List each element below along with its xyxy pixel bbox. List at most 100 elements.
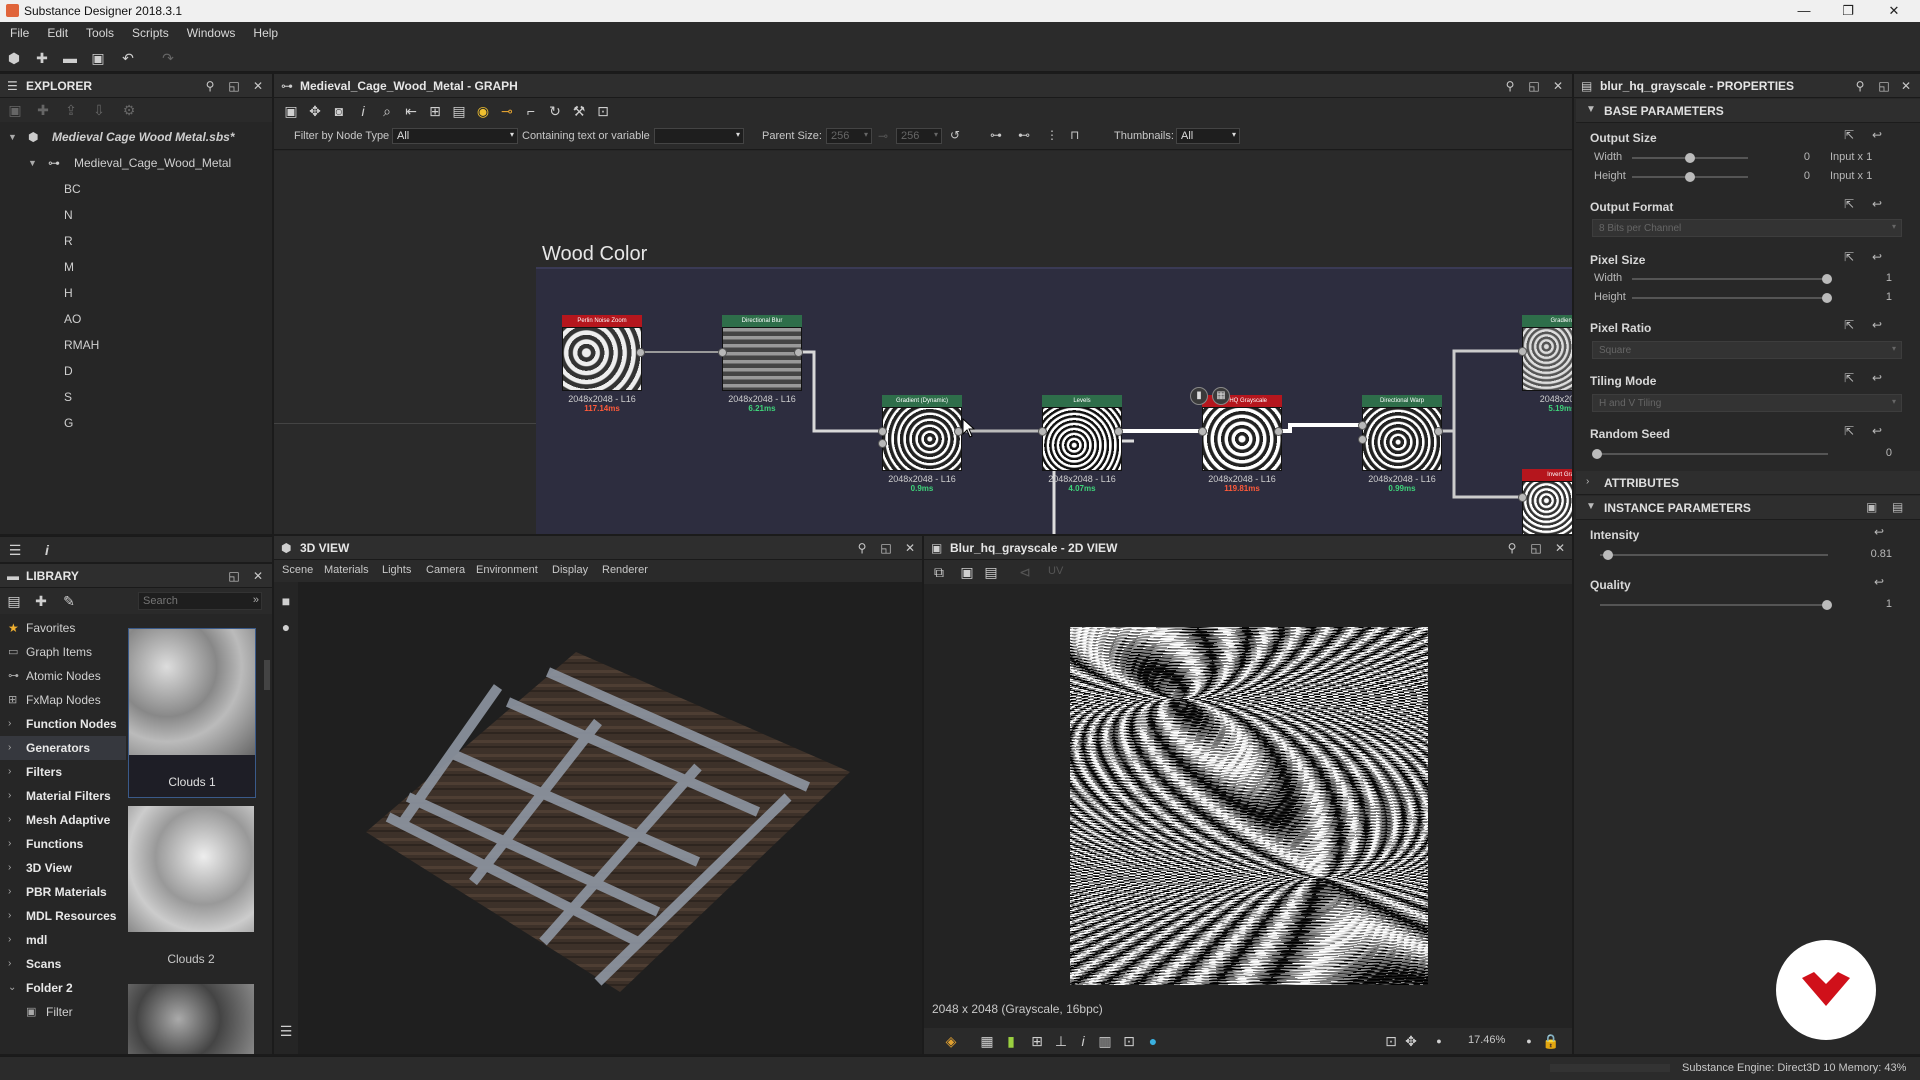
graph-node[interactable]: Blur HQ Grayscale 2048x2048 - L16 119.81… [1202,395,1282,493]
output-item[interactable]: R [64,230,73,252]
float-icon[interactable]: ◱ [226,78,242,94]
reset-icon[interactable]: ↩ [1872,197,1882,211]
attributes-section[interactable]: › ATTRIBUTES [1576,471,1920,495]
float-icon[interactable]: ◱ [226,568,242,584]
export-icon[interactable]: ⇩ [90,101,108,119]
slider-knob[interactable] [1822,600,1832,610]
link-icon[interactable]: ⊸ [878,129,888,143]
menu-scene[interactable]: Scene [282,564,313,576]
video-camera-icon[interactable]: ■ [277,592,295,610]
center-icon[interactable]: ✥ [1402,1032,1420,1050]
explorer-tab-icon[interactable]: ☰ [6,541,24,559]
library-scrollbar[interactable] [264,660,270,690]
graph-node[interactable]: Invert Gray [1522,469,1572,534]
search-icon[interactable]: ⌕ [378,102,396,120]
output-item[interactable]: M [64,256,74,278]
output-height-value[interactable]: 0 [1786,170,1810,182]
connect-icon[interactable]: ⊷ [1018,128,1030,142]
random-seed-value[interactable]: 0 [1870,447,1892,459]
input-pin[interactable] [878,439,887,448]
output-item[interactable]: N [64,204,73,226]
chevron-right-icon[interactable]: › [8,808,11,832]
chevron-down-icon[interactable]: ▼ [1586,104,1596,115]
intensity-value[interactable]: 0.81 [1856,548,1892,560]
reset-icon[interactable]: ↺ [950,128,960,142]
graph-node[interactable]: Directional Blur 2048x2048 - L16 6.21ms [722,315,802,413]
reset-icon[interactable]: ↩ [1872,250,1882,264]
layout-icon[interactable]: ⊶ [990,128,1002,142]
new-graph-icon[interactable]: ✚ [33,49,51,67]
output-pin[interactable] [636,348,645,357]
library-item-scans[interactable]: › Scans [0,952,126,976]
containing-dropdown[interactable]: ▾ [654,128,744,144]
lock-icon[interactable]: 🔒 [1542,1032,1560,1050]
chevron-down-icon[interactable]: ⌄ [8,976,16,1000]
chevron-right-icon[interactable]: › [8,784,11,808]
library-thumb-image[interactable] [128,984,254,1054]
tree-icon[interactable]: ☰ [277,1022,295,1040]
output-item[interactable]: BC [64,178,81,200]
chevron-down-icon[interactable]: ▼ [28,152,37,174]
menu-environment[interactable]: Environment [476,564,538,576]
reset-icon[interactable]: ↩ [1874,575,1884,589]
library-item-filter[interactable]: ▣ Filter [0,1000,126,1024]
menu-file[interactable]: File [0,22,37,40]
pin-icon[interactable]: ⚲ [1502,78,1518,94]
tiling-icon[interactable]: ⊥ [1052,1032,1070,1050]
save-icon[interactable]: ▣ [958,563,976,581]
graph-node[interactable]: Gradient (Dynamic) 2048x2048 - L16 0.9ms [882,395,962,493]
graph-node[interactable]: Directional Warp 2048x2048 - L16 0.99ms [1362,395,1442,493]
copy-icon[interactable]: ⧉ [930,563,948,581]
base-parameters-section[interactable]: ▼ BASE PARAMETERS [1576,99,1920,123]
input-pin[interactable] [1358,421,1367,430]
relative-to-parent-icon[interactable]: ⇱ [1844,128,1854,142]
close-icon[interactable]: ✕ [1552,540,1568,556]
close-window-button[interactable]: ✕ [1874,0,1914,22]
output-pin[interactable] [1434,427,1443,436]
output-item[interactable]: H [64,282,73,304]
search-box[interactable]: » [138,592,262,610]
refresh-icon[interactable]: ↻ [546,102,564,120]
add-library-icon[interactable]: ✚ [32,592,50,610]
library-thumb-clouds-1[interactable]: Clouds 1 [128,628,256,798]
chevron-down-icon[interactable]: ▼ [8,126,17,148]
preset-icon[interactable]: ▣ [1866,500,1877,514]
library-item-graph-items[interactable]: ▭ Graph Items [0,640,126,664]
menu-camera[interactable]: Camera [426,564,465,576]
chevron-right-icon[interactable]: › [1586,476,1589,487]
menu-scripts[interactable]: Scripts [122,22,177,40]
menu-display[interactable]: Display [552,564,588,576]
library-item-3d-view[interactable]: › 3D View [0,856,126,880]
node-type-dropdown[interactable]: All ▾ [392,128,518,144]
chevron-right-icon[interactable]: » [253,594,259,606]
pixel-height-slider[interactable] [1632,297,1828,299]
tools-icon[interactable]: ⚒ [570,102,588,120]
input-pin[interactable] [1198,427,1207,436]
minimize-button[interactable]: — [1784,0,1824,22]
relative-to-parent-icon[interactable]: ⇱ [1844,197,1854,211]
chevron-right-icon[interactable]: › [8,856,11,880]
reset-icon[interactable]: ↩ [1874,525,1884,539]
add-icon[interactable]: ✚ [34,101,52,119]
library-item-atomic-nodes[interactable]: ⊶ Atomic Nodes [0,664,126,688]
slider-knob[interactable] [1822,274,1832,284]
pin-icon[interactable]: ⚲ [202,78,218,94]
chevron-right-icon[interactable]: › [8,736,11,760]
reset-icon[interactable]: ↩ [1872,128,1882,142]
node-view-icon[interactable]: ▦ [1212,387,1230,405]
graph-row[interactable]: ▼ ⊶ Medieval_Cage_Wood_Metal [0,152,272,174]
histogram-icon[interactable]: ▥ [1096,1032,1114,1050]
info-icon[interactable]: i [38,541,56,559]
menu-renderer[interactable]: Renderer [602,564,648,576]
save-icon[interactable]: ▣ [89,49,107,67]
fit-icon[interactable]: ⊡ [1382,1032,1400,1050]
settings-icon[interactable]: ⚙ [120,101,138,119]
grid-icon[interactable]: ⊞ [1028,1032,1046,1050]
relative-to-parent-icon[interactable]: ⇱ [1844,424,1854,438]
quality-slider[interactable] [1600,604,1828,606]
float-icon[interactable]: ◱ [1526,78,1542,94]
chevron-right-icon[interactable]: › [8,952,11,976]
chevron-right-icon[interactable]: › [8,928,11,952]
zoom-out-icon[interactable]: ● [1430,1032,1448,1050]
output-item[interactable]: AO [64,308,81,330]
